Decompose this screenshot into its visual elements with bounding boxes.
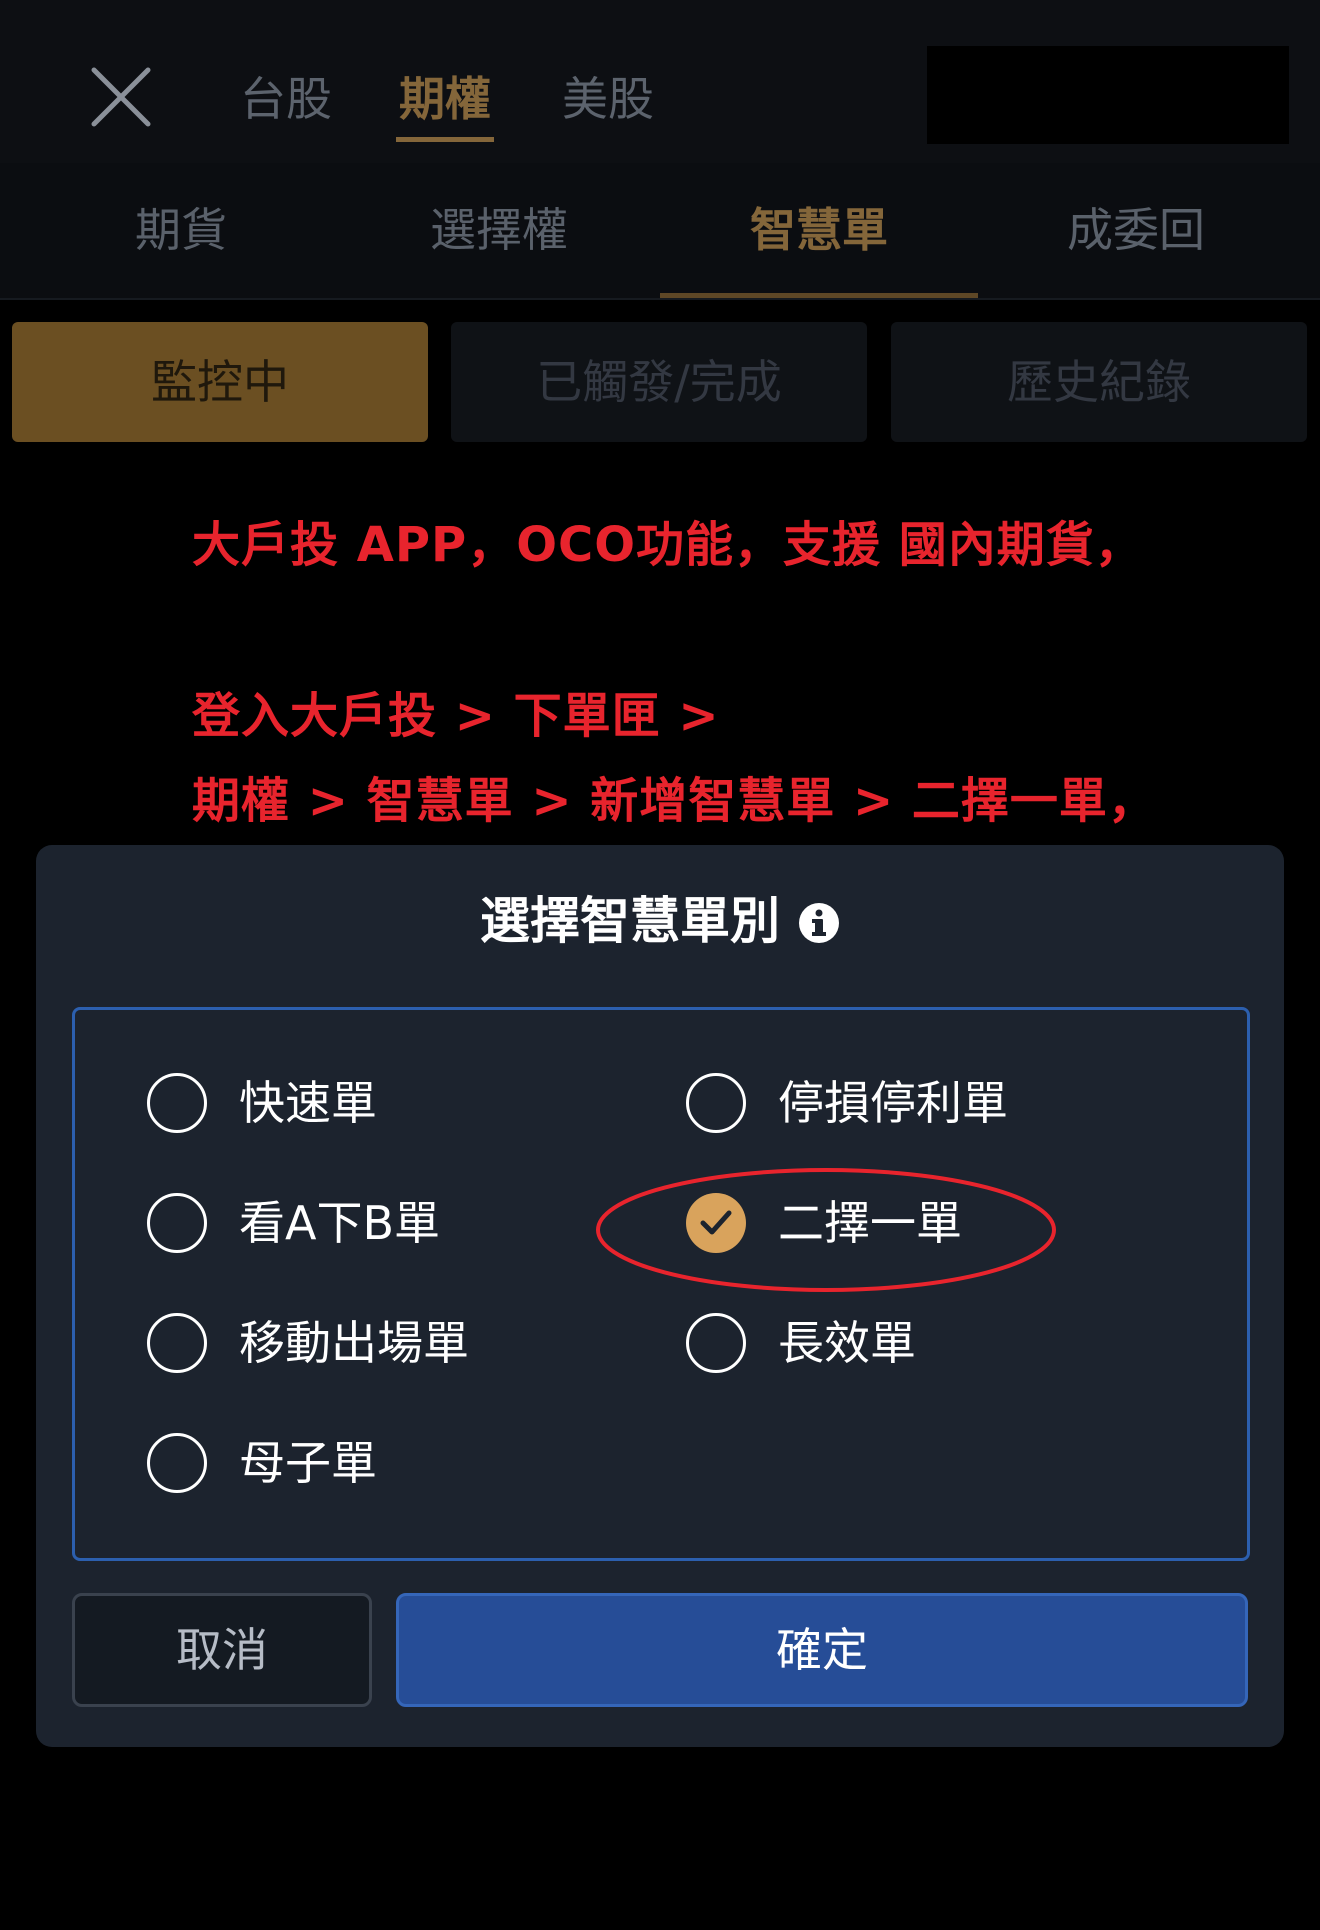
annotation-line-3: 期權 > 智慧單 > 新增智慧單 > 二擇一單， <box>192 773 1157 829</box>
tab-futures[interactable]: 期貨 <box>22 163 340 298</box>
market-tab-futures-options[interactable]: 期權 <box>396 66 494 142</box>
app-screen: 台股 期權 美股 期貨 選擇權 智慧單 成委回 監控中 已觸發/完成 歷史紀錄 … <box>0 0 1320 1930</box>
close-button[interactable] <box>88 64 154 130</box>
dialog-title-text: 選擇智慧單別 <box>480 892 780 950</box>
option-oco-order[interactable]: 二擇一單 <box>686 1192 1106 1258</box>
annotation-line-1: 大戶投 APP，OCO功能，支援 國內期貨， <box>192 517 1144 573</box>
tab-order-report[interactable]: 成委回 <box>977 163 1295 298</box>
option-watch-a-order-b[interactable]: 看A下B單 <box>147 1192 567 1258</box>
option-label: 長效單 <box>778 1316 916 1370</box>
account-selector[interactable] <box>927 46 1289 144</box>
radio-button[interactable] <box>147 1073 207 1133</box>
segment-monitoring[interactable]: 監控中 <box>12 322 428 442</box>
segment-triggered-completed[interactable]: 已觸發/完成 <box>451 322 867 442</box>
option-trailing-stop[interactable]: 移動出場單 <box>147 1312 567 1378</box>
option-label: 停損停利單 <box>778 1076 1008 1130</box>
segment-history[interactable]: 歷史紀錄 <box>891 322 1307 442</box>
option-long-term-order[interactable]: 長效單 <box>686 1312 1106 1378</box>
option-parent-child-order[interactable]: 母子單 <box>147 1432 567 1498</box>
radio-button[interactable] <box>147 1313 207 1373</box>
radio-button-checked[interactable] <box>686 1193 746 1253</box>
top-header: 台股 期權 美股 <box>0 0 1320 163</box>
close-icon <box>91 67 151 127</box>
option-label: 母子單 <box>239 1436 377 1490</box>
smart-order-type-dialog: 選擇智慧單別 快速單 停損停利單 看A下B單 二擇一單 移動出場單 長效單 母子… <box>36 845 1284 1747</box>
cancel-button[interactable]: 取消 <box>72 1593 372 1707</box>
check-icon <box>700 1210 732 1235</box>
order-type-options: 快速單 停損停利單 看A下B單 二擇一單 移動出場單 長效單 母子單 <box>72 1007 1250 1561</box>
confirm-button[interactable]: 確定 <box>396 1593 1248 1707</box>
option-label: 移動出場單 <box>239 1316 469 1370</box>
market-tab-tw-stock[interactable]: 台股 <box>234 66 338 132</box>
radio-button[interactable] <box>686 1313 746 1373</box>
option-stop-loss-take-profit[interactable]: 停損停利單 <box>686 1072 1106 1138</box>
product-tabs: 期貨 選擇權 智慧單 成委回 <box>0 163 1320 300</box>
option-label: 看A下B單 <box>239 1196 441 1250</box>
radio-button[interactable] <box>686 1073 746 1133</box>
annotation-line-2: 登入大戶投 > 下單匣 > <box>192 688 720 744</box>
option-label: 二擇一單 <box>778 1196 962 1250</box>
tab-options[interactable]: 選擇權 <box>340 163 658 298</box>
tab-smart-order[interactable]: 智慧單 <box>660 163 978 298</box>
dialog-title: 選擇智慧單別 <box>36 885 1284 957</box>
radio-button[interactable] <box>147 1193 207 1253</box>
market-tab-us-stock[interactable]: 美股 <box>556 66 660 132</box>
option-label: 快速單 <box>239 1076 377 1130</box>
info-icon[interactable] <box>798 902 840 944</box>
radio-button[interactable] <box>147 1433 207 1493</box>
option-quick-order[interactable]: 快速單 <box>147 1072 567 1138</box>
